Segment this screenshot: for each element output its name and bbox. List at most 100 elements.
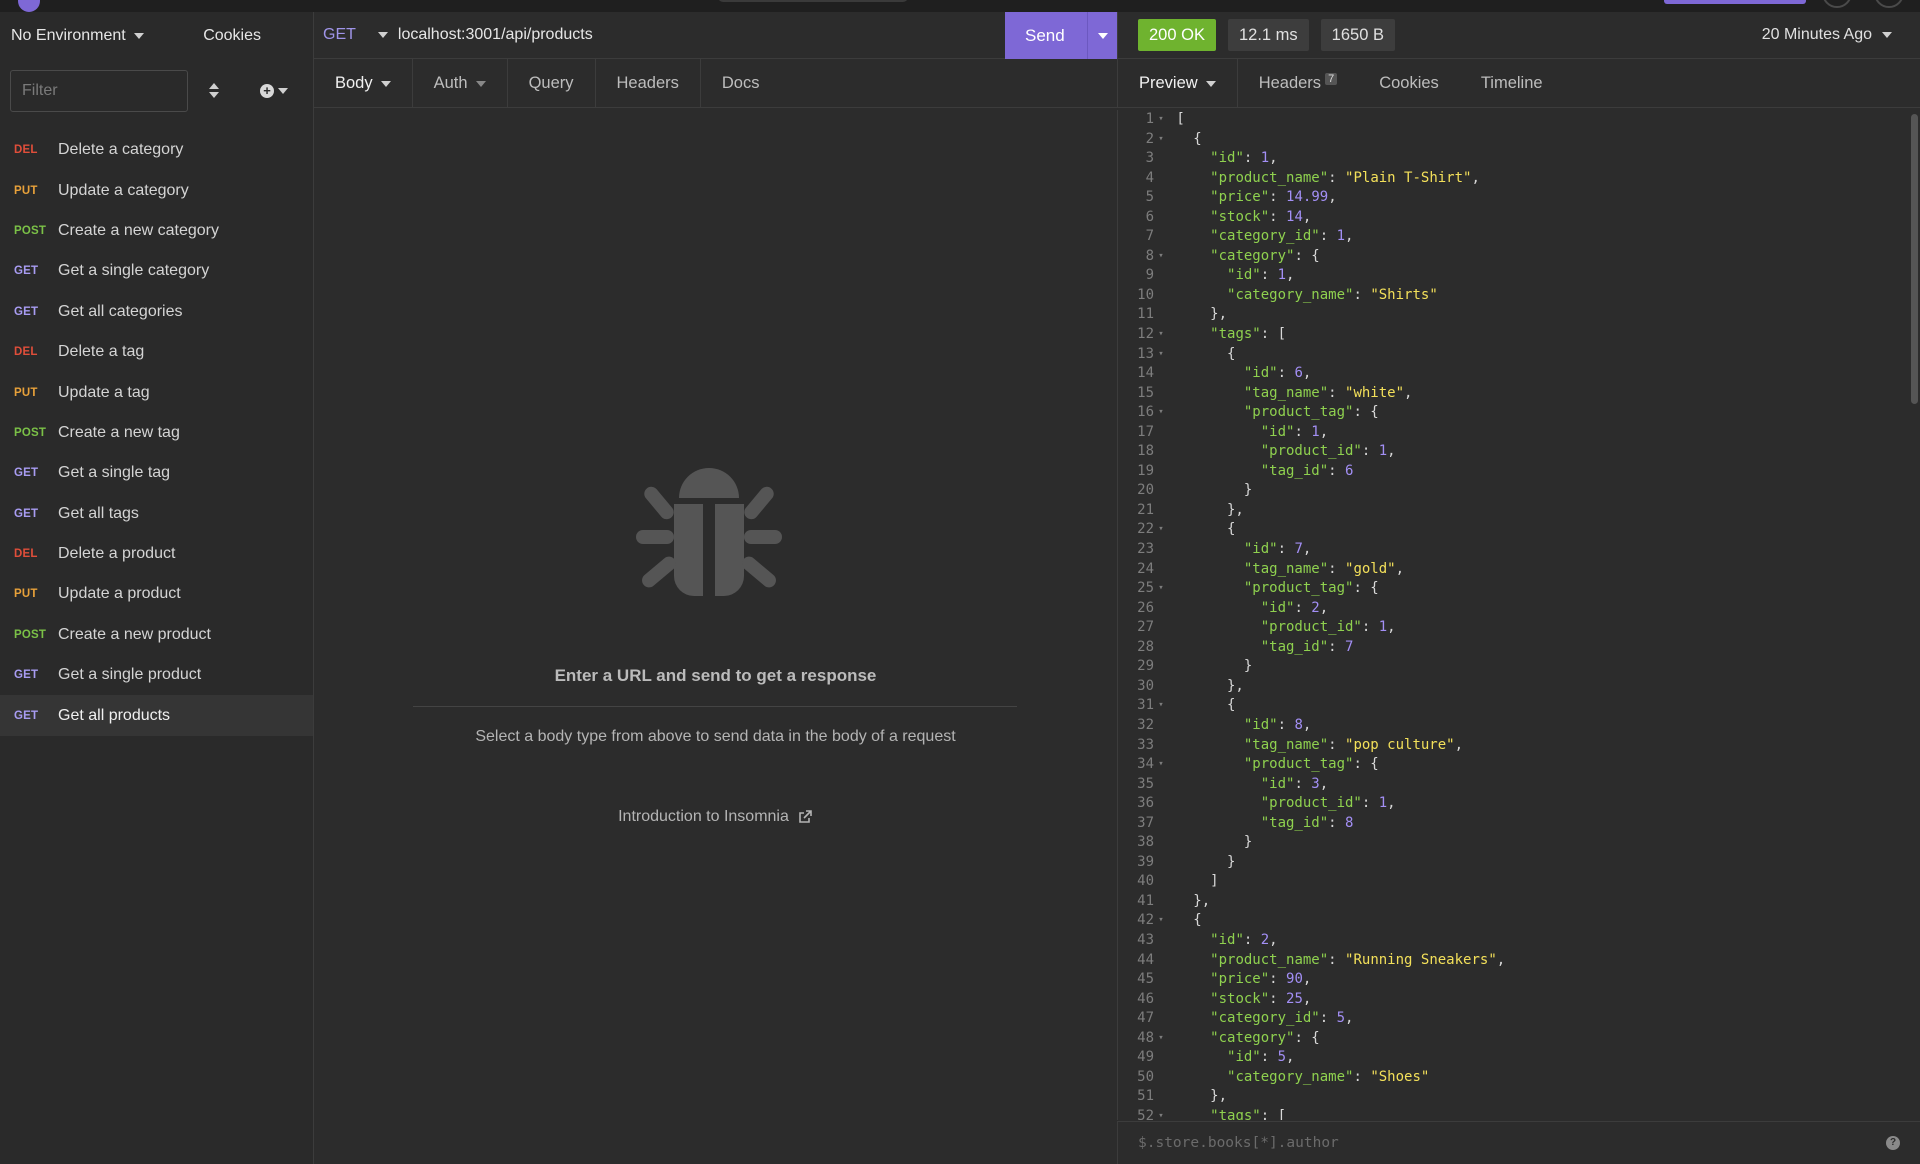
request-item[interactable]: POST Create a new product <box>0 615 313 655</box>
request-item[interactable]: POST Create a new tag <box>0 413 313 453</box>
method-selector[interactable]: GET <box>323 26 356 44</box>
tab-headers[interactable]: Headers <box>596 59 701 108</box>
code-text: "category_id": 5, <box>1210 1010 1354 1027</box>
code-line: 18 "product_id": 1, <box>1118 442 1912 462</box>
request-item-active[interactable]: GET Get all products <box>0 695 313 736</box>
chevron-down-icon[interactable] <box>377 32 388 38</box>
filter-input[interactable] <box>10 70 188 112</box>
tab-cookies[interactable]: Cookies <box>1358 59 1460 108</box>
tab-timeline[interactable]: Timeline <box>1460 59 1564 108</box>
scrollbar-thumb[interactable] <box>1911 114 1918 404</box>
cookies-button[interactable]: Cookies <box>203 27 261 45</box>
filter-row: + <box>0 60 313 122</box>
tab-response-headers[interactable]: Headers 7 <box>1238 59 1359 108</box>
request-item[interactable]: POST Create a new category <box>0 211 313 251</box>
method-badge: DEL <box>14 346 38 359</box>
fold-toggle-icon[interactable]: ▾ <box>1154 911 1168 931</box>
request-item[interactable]: GET Get a single product <box>0 655 313 695</box>
request-item[interactable]: GET Get a single category <box>0 251 313 291</box>
request-tabs: Body Auth Query Headers Docs <box>314 59 1117 108</box>
fold-toggle-icon[interactable]: ▾ <box>1154 579 1168 599</box>
code-line: 46 "stock": 25, <box>1118 990 1912 1010</box>
code-text: "category_name": "Shirts" <box>1227 286 1438 303</box>
fold-toggle-icon[interactable]: ▾ <box>1154 1107 1168 1120</box>
fold-gutter <box>1154 990 1168 1010</box>
code-line: 15 "tag_name": "white", <box>1118 384 1912 404</box>
tab-preview[interactable]: Preview <box>1118 59 1238 108</box>
line-number: 5 <box>1145 189 1154 206</box>
code-line: 30 }, <box>1118 677 1912 697</box>
line-number: 52 <box>1137 1107 1154 1120</box>
help-icon[interactable]: ? <box>1886 1136 1900 1150</box>
request-item[interactable]: PUT Update a product <box>0 574 313 614</box>
code-line: 50 "category_name": "Shoes" <box>1118 1068 1912 1088</box>
request-item[interactable]: PUT Update a category <box>0 170 313 210</box>
fold-toggle-icon[interactable]: ▾ <box>1154 110 1168 130</box>
code-text: [ <box>1168 111 1185 127</box>
request-item[interactable]: DEL Delete a tag <box>0 332 313 372</box>
line-number: 48 <box>1137 1029 1154 1046</box>
chevron-down-icon <box>1205 80 1216 87</box>
line-number: 13 <box>1137 345 1154 362</box>
fold-toggle-icon[interactable]: ▾ <box>1154 130 1168 150</box>
code-line: 52 ▾ "tags": [ <box>1118 1107 1912 1120</box>
code-line: 40 ] <box>1118 872 1912 892</box>
code-text: } <box>1168 482 1253 499</box>
top-action-button[interactable] <box>1664 0 1806 4</box>
code-line: 23 "id": 7, <box>1118 540 1912 560</box>
line-number: 38 <box>1137 834 1154 851</box>
send-button[interactable]: Send <box>1005 12 1117 59</box>
code-text: "tag_id": 7 <box>1260 638 1354 655</box>
tab-label: Body <box>335 74 373 92</box>
line-number: 39 <box>1137 853 1154 870</box>
code-text: "id": 1, <box>1210 150 1278 167</box>
code-line: 25 ▾ "product_tag": { <box>1118 579 1912 599</box>
fold-toggle-icon[interactable]: ▾ <box>1154 1029 1168 1049</box>
workspace-pill[interactable] <box>718 0 908 2</box>
request-label: Create a new tag <box>58 423 180 441</box>
fold-toggle-icon[interactable]: ▾ <box>1154 345 1168 365</box>
fold-toggle-icon[interactable]: ▾ <box>1154 520 1168 540</box>
request-item[interactable]: DEL Delete a category <box>0 130 313 170</box>
code-line: 24 "tag_name": "gold", <box>1118 560 1912 580</box>
top-circle-icon[interactable] <box>1822 0 1852 8</box>
tab-query[interactable]: Query <box>508 59 596 108</box>
code-text: "product_id": 1, <box>1260 619 1396 636</box>
request-item[interactable]: GET Get all tags <box>0 494 313 534</box>
tab-body[interactable]: Body <box>314 59 413 108</box>
intro-link[interactable]: Introduction to Insomnia <box>314 808 1117 826</box>
line-number: 2 <box>1145 130 1154 147</box>
code-text: "stock": 25, <box>1210 990 1312 1007</box>
line-number: 36 <box>1137 795 1154 812</box>
tab-docs[interactable]: Docs <box>701 59 781 108</box>
request-item[interactable]: DEL Delete a product <box>0 534 313 574</box>
code-text: }, <box>1168 892 1211 909</box>
environment-selector[interactable]: No Environment <box>11 27 144 45</box>
line-number: 31 <box>1137 697 1154 714</box>
code-text: "product_tag": { <box>1243 580 1379 597</box>
code-text: "product_id": 1, <box>1260 795 1396 812</box>
code-text: ] <box>1168 873 1219 890</box>
response-filter-input[interactable] <box>1138 1135 1838 1151</box>
fold-toggle-icon[interactable]: ▾ <box>1154 755 1168 775</box>
fold-toggle-icon[interactable]: ▾ <box>1154 696 1168 716</box>
fold-gutter <box>1154 736 1168 756</box>
request-item[interactable]: GET Get a single tag <box>0 453 313 493</box>
code-line: 3 "id": 1, <box>1118 149 1912 169</box>
url-input[interactable]: localhost:3001/api/products <box>398 26 593 44</box>
response-preview[interactable]: 1 ▾ [2 ▾ {3 "id": 1, 4 "product_name": "Pla… <box>1117 110 1912 1120</box>
request-item[interactable]: GET Get all categories <box>0 292 313 332</box>
add-request-button[interactable]: + <box>260 84 288 98</box>
line-number: 33 <box>1137 736 1154 753</box>
tab-label: Auth <box>433 74 468 92</box>
fold-toggle-icon[interactable]: ▾ <box>1154 325 1168 345</box>
send-options-button[interactable] <box>1087 12 1117 59</box>
fold-toggle-icon[interactable]: ▾ <box>1154 247 1168 267</box>
tab-auth[interactable]: Auth <box>413 59 508 108</box>
response-history-selector[interactable]: 20 Minutes Ago <box>1762 26 1892 44</box>
code-line: 10 "category_name": "Shirts" <box>1118 286 1912 306</box>
top-circle-icon[interactable] <box>1874 0 1904 8</box>
sort-icon[interactable] <box>208 81 220 101</box>
request-item[interactable]: PUT Update a tag <box>0 372 313 412</box>
fold-toggle-icon[interactable]: ▾ <box>1154 403 1168 423</box>
